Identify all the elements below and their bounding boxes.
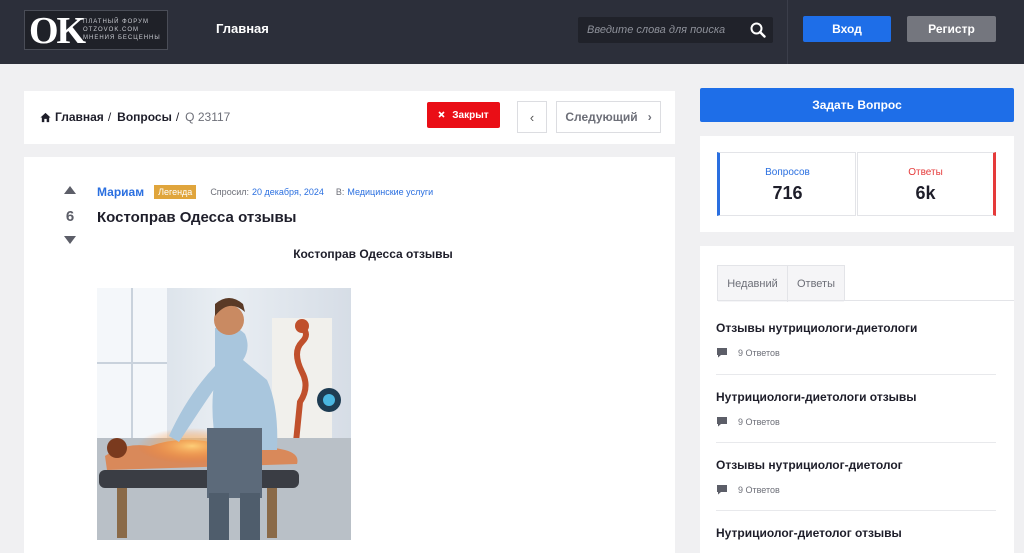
question-meta: Мариам Легенда Спросил: 20 декабря, 2024… [97,185,433,199]
comment-icon [717,348,727,358]
question-title: Костоправ Одесса отзывы [97,209,297,226]
comment-icon [717,485,727,495]
logo-mark: OK [29,10,86,52]
logo-tagline: платный форум otzovok.com мнения бесценн… [83,19,161,41]
question-image [97,288,351,540]
site-logo[interactable]: OK платный форум otzovok.com мнения бесц… [24,10,168,52]
nav-home-link[interactable]: Главная [216,21,269,36]
downvote-arrow-icon[interactable] [64,236,76,244]
comment-icon [717,417,727,427]
author-badge: Легенда [154,185,197,199]
asked-label: Спросил: [210,187,249,197]
login-button[interactable]: Вход [803,16,891,42]
tab-recent[interactable]: Недавний [718,266,787,302]
list-divider [716,374,996,375]
questions-stat-value: 716 [772,183,803,203]
answers-stat-label: Ответы [908,167,943,178]
list-item: Нутрициологи-диетологи отзывы 9 Ответов [716,390,996,427]
closed-status-label: Закрыт [452,109,489,121]
next-question-button[interactable]: Следующий › [556,101,661,133]
list-item-title[interactable]: Нутрициолог-диетолог отзывы [716,526,996,540]
search-input[interactable] [578,17,743,43]
header-divider [787,0,788,64]
list-divider [716,510,996,511]
search-icon[interactable] [749,21,767,39]
next-question-label: Следующий [565,110,638,124]
list-item-answer-count: 9 Ответов [738,484,780,495]
sidebar-tabs: Недавний Ответы [717,265,845,302]
vote-count: 6 [65,208,75,225]
ask-question-button[interactable]: Задать Вопрос [700,88,1014,122]
chevron-right-icon: › [647,110,652,124]
upvote-arrow-icon[interactable] [64,186,76,194]
home-icon [40,112,51,122]
search-box [578,17,773,43]
list-item: Отзывы нутрициологи-диетологи 9 Ответов [716,321,996,358]
list-item-answers: 9 Ответов [716,347,996,358]
questions-stat-label: Вопросов [765,167,810,178]
asked-date-link[interactable]: 20 декабря, 2024 [252,187,324,197]
list-item-answer-count: 9 Ответов [738,416,780,427]
breadcrumb-current: Q 23117 [185,110,231,124]
list-item: Нутрициолог-диетолог отзывы [716,526,996,553]
questions-stat: Вопросов 716 [717,152,856,216]
answers-stat-value: 6k [915,183,936,203]
list-item-title[interactable]: Отзывы нутрициолог-диетолог [716,458,996,472]
site-header: OK платный форум otzovok.com мнения бесц… [0,0,1024,64]
breadcrumb-separator: / [175,110,180,124]
close-icon [438,110,445,121]
answers-stat: Ответы 6k [857,152,996,216]
category-link[interactable]: Медицинские услуги [347,187,433,197]
category-label: В: [335,187,345,197]
list-item-title[interactable]: Нутрициологи-диетологи отзывы [716,390,996,404]
breadcrumb-separator: / [107,110,112,124]
closed-status-button[interactable]: Закрыт [427,102,500,128]
list-item-answers: 9 Ответов [716,484,996,495]
list-item-title[interactable]: Отзывы нутрициологи-диетологи [716,321,996,335]
previous-question-button[interactable]: ‹ [517,101,547,133]
breadcrumb-home[interactable]: Главная [55,110,104,124]
chevron-left-icon: ‹ [529,109,535,125]
list-item: Отзывы нутрициолог-диетолог 9 Ответов [716,458,996,495]
list-item-answer-count: 9 Ответов [738,347,780,358]
breadcrumb-questions[interactable]: Вопросы [117,110,172,124]
question-body-heading: Костоправ Одесса отзывы [293,247,453,261]
register-button[interactable]: Регистр [907,16,996,42]
author-name[interactable]: Мариам [97,185,144,199]
tabs-divider [717,300,1014,301]
list-item-answers: 9 Ответов [716,416,996,427]
breadcrumb: Главная / Вопросы / Q 23117 [40,110,230,124]
list-divider [716,442,996,443]
tab-answers[interactable]: Ответы [787,266,844,302]
